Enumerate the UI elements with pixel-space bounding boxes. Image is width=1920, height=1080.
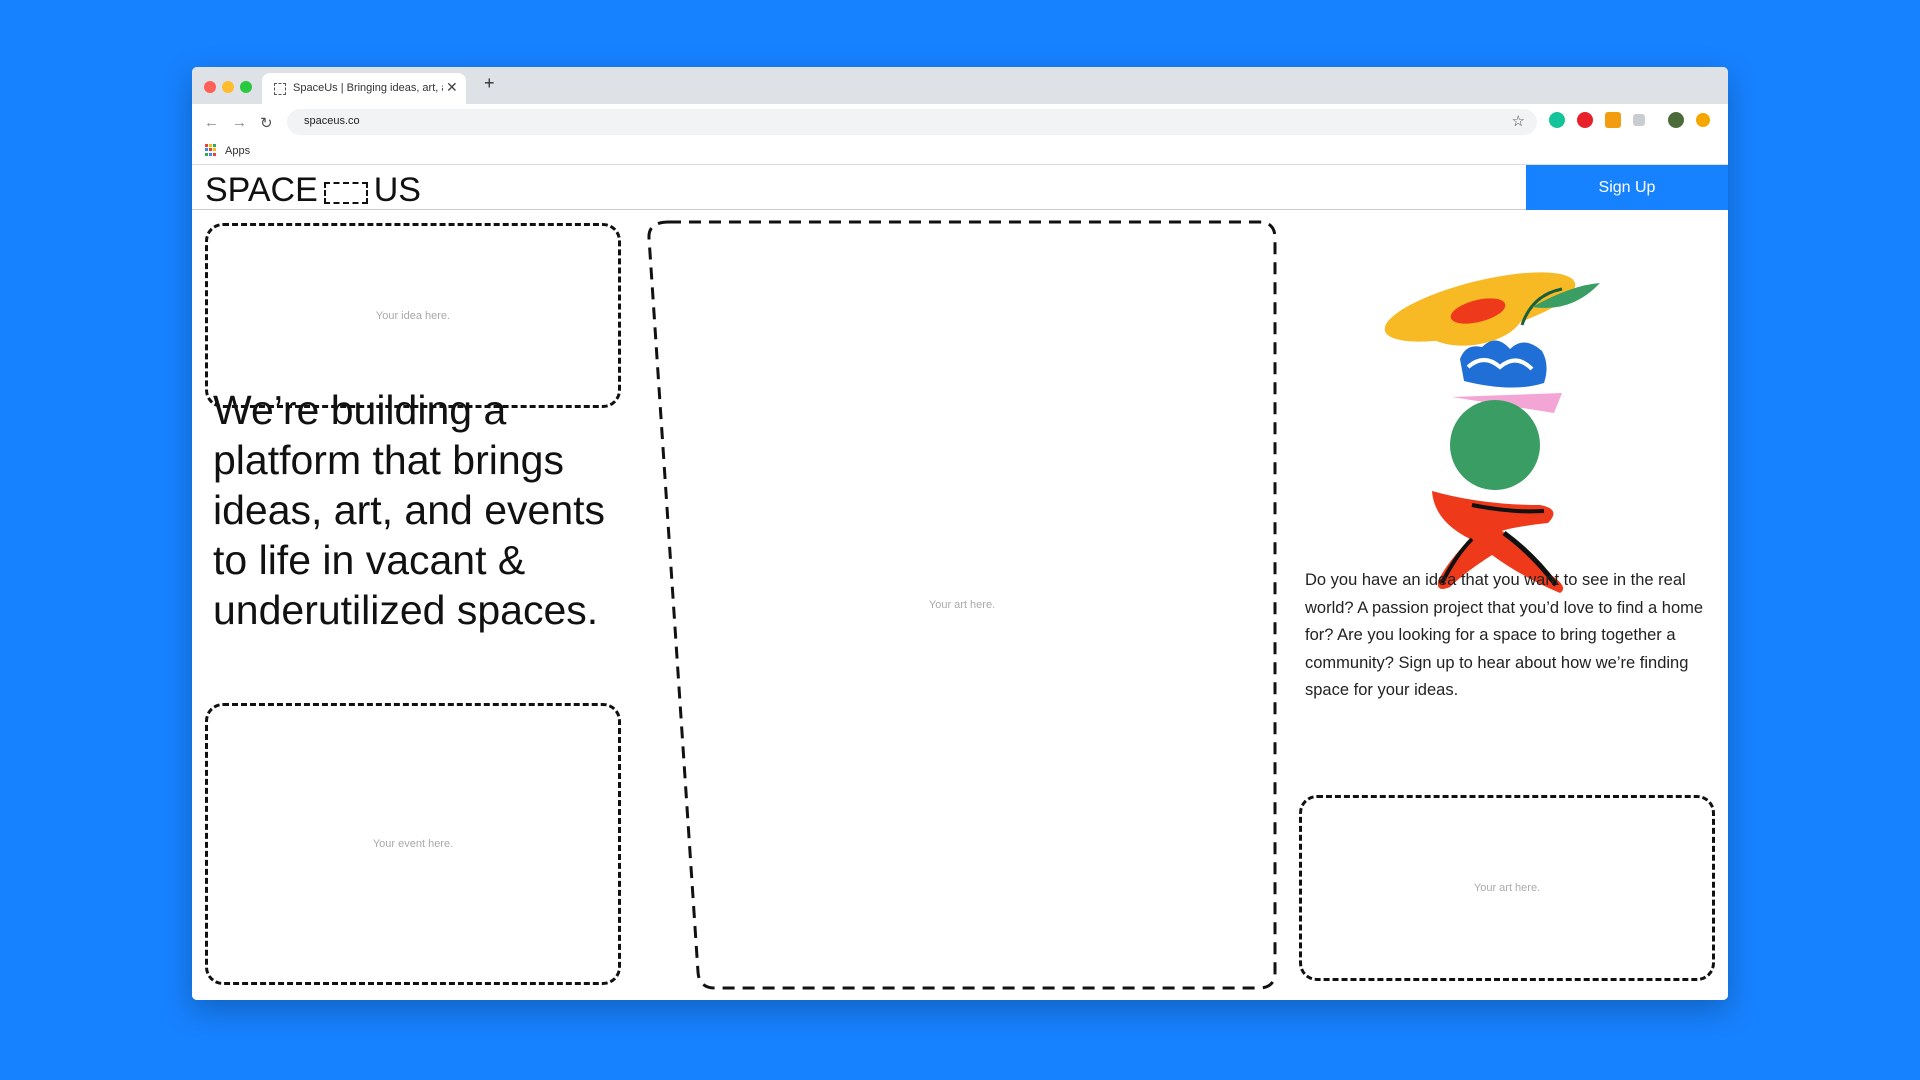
apps-grid-icon[interactable] (205, 144, 217, 156)
page-content: SPACE US Sign Up Your idea here. We’re b… (192, 164, 1728, 1000)
art-placeholder-center: Your art here. (647, 220, 1277, 990)
url-text: spaceus.co (304, 115, 360, 127)
avatar-icon[interactable] (1668, 112, 1684, 128)
browser-window: SpaceUs | Bringing ideas, art, and event… (192, 67, 1728, 1000)
close-tab-icon[interactable]: ✕ (446, 79, 458, 96)
art-placeholder-center-label: Your art here. (928, 599, 996, 611)
apps-bookmark[interactable]: Apps (225, 145, 250, 157)
alert-icon[interactable] (1696, 113, 1710, 127)
grammarly-icon[interactable] (1549, 112, 1565, 128)
tab-title: SpaceUs | Bringing ideas, art, and event… (293, 82, 443, 94)
event-placeholder-label: Your event here. (372, 838, 454, 850)
bookmarks-bar: Apps (192, 140, 1728, 164)
logo-text-right: US (373, 171, 421, 209)
close-window-button[interactable] (204, 81, 216, 93)
back-icon[interactable]: ← (204, 114, 219, 131)
bookmark-star-icon[interactable]: ☆ (1512, 112, 1525, 130)
art-placeholder-right: Your art here. (1299, 795, 1715, 981)
logo-dashed-box-icon (323, 181, 368, 204)
logo-text-left: SPACE (205, 171, 318, 209)
reload-icon[interactable]: ↻ (260, 114, 273, 132)
extension-icon[interactable] (1633, 114, 1645, 126)
forward-icon[interactable]: → (232, 114, 247, 131)
minimize-window-button[interactable] (222, 81, 234, 93)
flower-illustration (1384, 272, 1600, 593)
browser-toolbar: ← → ↻ spaceus.co ☆ Apps (192, 104, 1728, 164)
browser-tab[interactable]: SpaceUs | Bringing ideas, art, and event… (262, 73, 466, 104)
address-bar[interactable]: spaceus.co ☆ (287, 109, 1537, 135)
art-placeholder-right-label: Your art here. (1473, 882, 1541, 894)
site-logo[interactable]: SPACE US (205, 171, 421, 210)
idea-placeholder: Your idea here. (205, 223, 621, 408)
new-tab-button[interactable]: + (484, 73, 495, 94)
event-placeholder: Your event here. (205, 703, 621, 985)
headline: We’re building a platform that brings id… (213, 387, 606, 633)
idea-placeholder-label: Your idea here. (375, 309, 451, 322)
intro-paragraph: Do you have an idea that you want to see… (1305, 571, 1704, 699)
translate-icon[interactable] (1605, 112, 1621, 128)
tab-strip: SpaceUs | Bringing ideas, art, and event… (192, 67, 1728, 104)
favicon-icon (274, 83, 286, 95)
maximize-window-button[interactable] (240, 81, 252, 93)
sign-up-button[interactable]: Sign Up (1526, 165, 1728, 210)
site-header: SPACE US Sign Up (192, 165, 1728, 210)
opera-icon[interactable] (1577, 112, 1593, 128)
